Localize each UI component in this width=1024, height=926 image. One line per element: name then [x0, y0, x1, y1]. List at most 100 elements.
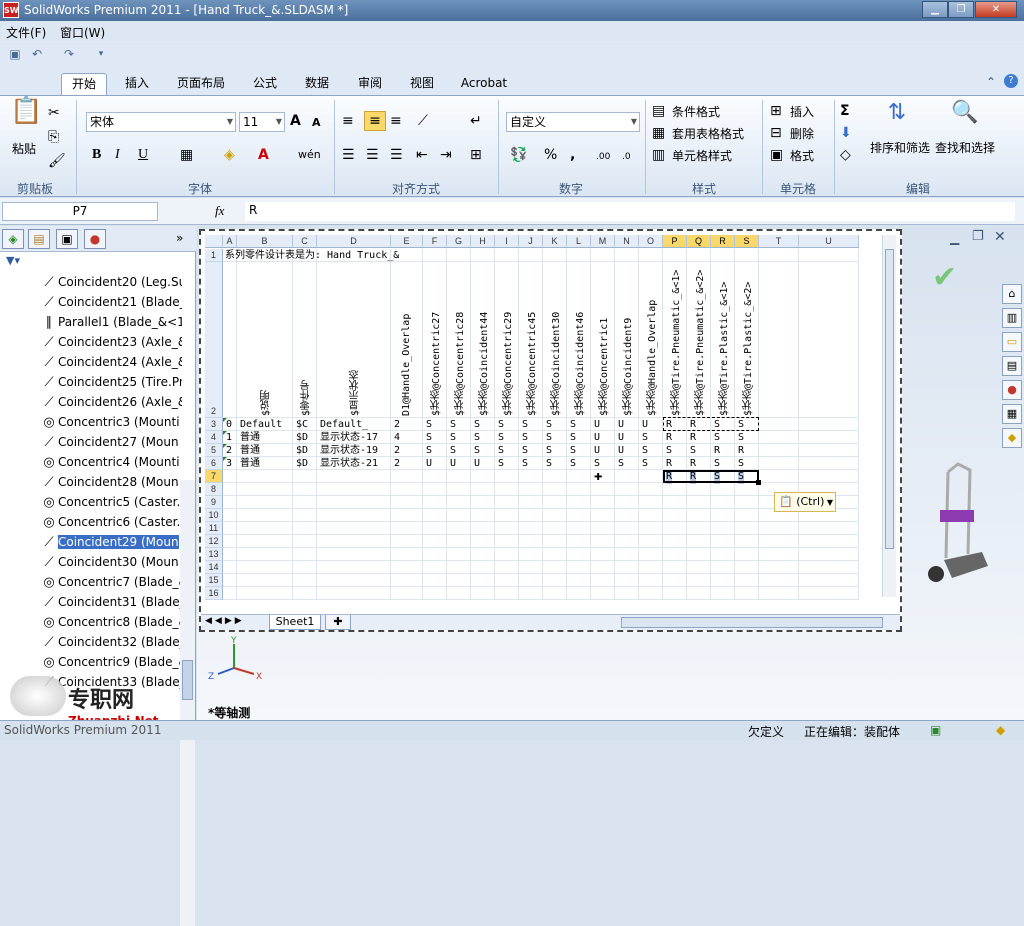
- table-cell[interactable]: S: [546, 431, 552, 445]
- redo-icon[interactable]: ↷: [62, 47, 76, 61]
- header-cell[interactable]: $说明: [259, 266, 274, 416]
- table-cell[interactable]: S: [546, 418, 552, 432]
- table-cell[interactable]: 普通: [240, 431, 260, 445]
- table-cell[interactable]: S: [522, 431, 528, 445]
- table-cell[interactable]: 显示状态-17: [320, 431, 378, 445]
- row-header[interactable]: 12: [205, 535, 223, 548]
- minimize-view-icon[interactable]: ▁: [950, 231, 959, 245]
- header-cell[interactable]: $状态@Concentric28: [453, 266, 468, 416]
- table-cell[interactable]: 显示状态-19: [320, 444, 378, 458]
- table-cell[interactable]: S: [714, 457, 720, 471]
- font-size-combo[interactable]: 11 ▼: [239, 112, 285, 132]
- sort-filter-button[interactable]: 排序和筛选: [870, 139, 930, 156]
- tree-item[interactable]: ◎ Concentric8 (Blade_&: [40, 612, 182, 632]
- header-cell[interactable]: $状态@Concentric1: [597, 266, 612, 416]
- paste-button[interactable]: 粘贴: [12, 140, 36, 157]
- table-cell[interactable]: S: [570, 444, 576, 458]
- table-cell[interactable]: S: [570, 418, 576, 432]
- row-header[interactable]: 14: [205, 561, 223, 574]
- row-header[interactable]: 6: [205, 457, 223, 470]
- row-header[interactable]: 10: [205, 509, 223, 522]
- paste-icon[interactable]: 📋: [10, 98, 42, 136]
- help-icon[interactable]: ?: [1004, 74, 1018, 88]
- table-cell[interactable]: S: [690, 444, 696, 458]
- cell-styles-icon[interactable]: ▥: [652, 146, 665, 164]
- borders-icon[interactable]: ▦: [180, 146, 193, 164]
- table-cell[interactable]: U: [642, 418, 648, 432]
- row-header[interactable]: 15: [205, 574, 223, 587]
- column-header[interactable]: G: [447, 235, 471, 248]
- status-tag-icon[interactable]: ◆: [996, 723, 1005, 737]
- header-cell[interactable]: $状态@Concentric29: [501, 266, 516, 416]
- table-cell[interactable]: U: [450, 457, 456, 471]
- table-cell[interactable]: U: [618, 431, 624, 445]
- expand-panel-icon[interactable]: »: [176, 231, 183, 245]
- confirm-check-icon[interactable]: ✔: [932, 260, 957, 295]
- header-cell[interactable]: $状态@Coincident46: [573, 266, 588, 416]
- file-explorer-icon[interactable]: ▤: [1002, 356, 1022, 376]
- fill-color-icon[interactable]: ◈: [224, 146, 235, 164]
- header-cell[interactable]: $状态@Tire.Pneumatic_&<2>: [693, 266, 708, 416]
- align-middle-icon[interactable]: ≡: [364, 111, 386, 131]
- tab-view[interactable]: 视图: [402, 73, 442, 95]
- table-cell[interactable]: 普通: [240, 444, 260, 458]
- phonetic-guide-button[interactable]: wén: [298, 146, 321, 164]
- fill-icon[interactable]: ⬇: [840, 124, 852, 142]
- header-cell[interactable]: $零件号: [299, 266, 314, 416]
- row-header[interactable]: 13: [205, 548, 223, 561]
- sheet-nav-arrows[interactable]: ◀◀▶▶: [205, 616, 245, 626]
- filter-icon[interactable]: ▼▾: [6, 254, 20, 267]
- insert-cells-button[interactable]: 插入: [790, 103, 814, 120]
- tree-item[interactable]: ⟋ Coincident30 (Moun: [40, 552, 182, 572]
- table-cell[interactable]: 普通: [240, 457, 260, 471]
- column-header[interactable]: M: [591, 235, 615, 248]
- folder-icon[interactable]: ▭: [1002, 332, 1022, 352]
- table-cell[interactable]: S: [738, 431, 744, 445]
- conditional-format-button[interactable]: 条件格式: [672, 103, 720, 120]
- sheet-tab[interactable]: Sheet1: [269, 615, 321, 630]
- column-header[interactable]: T: [759, 235, 799, 248]
- table-cell[interactable]: $D: [296, 457, 308, 471]
- feature-tree-icon[interactable]: ◈: [2, 229, 24, 249]
- table-cell[interactable]: S: [642, 457, 648, 471]
- column-header[interactable]: E: [391, 235, 423, 248]
- table-cell[interactable]: S: [570, 431, 576, 445]
- clear-icon[interactable]: ◇: [840, 146, 851, 164]
- header-cell[interactable]: $显示状态: [348, 266, 363, 416]
- formula-input[interactable]: R: [245, 202, 1015, 221]
- orientation-icon[interactable]: ⟋: [418, 112, 428, 130]
- table-cell[interactable]: S: [498, 431, 504, 445]
- column-header[interactable]: Q: [687, 235, 711, 248]
- table-cell[interactable]: S: [522, 444, 528, 458]
- tree-item[interactable]: ◎ Concentric7 (Blade_&: [40, 572, 182, 592]
- tab-formulas[interactable]: 公式: [245, 73, 285, 95]
- restore-view-icon[interactable]: ❐: [972, 229, 984, 244]
- cell-styles-button[interactable]: 单元格样式: [672, 147, 732, 164]
- comma-button[interactable]: ,: [570, 146, 575, 164]
- format-painter-icon[interactable]: 🖌: [48, 152, 66, 170]
- header-cell[interactable]: $状态@Coincident9: [621, 266, 636, 416]
- tree-item[interactable]: ◎ Concentric5 (Caster.: [40, 492, 182, 512]
- column-header[interactable]: K: [543, 235, 567, 248]
- table-cell[interactable]: S: [498, 444, 504, 458]
- font-color-button[interactable]: A: [258, 146, 269, 164]
- table-cell[interactable]: S: [522, 457, 528, 471]
- custom-properties-icon[interactable]: ▦: [1002, 404, 1022, 424]
- table-cell[interactable]: U: [618, 444, 624, 458]
- table-cell[interactable]: R: [666, 431, 672, 445]
- insert-sheet-icon[interactable]: ✚: [325, 615, 351, 630]
- table-cell[interactable]: S: [450, 418, 456, 432]
- home-icon[interactable]: ⌂: [1002, 284, 1022, 304]
- tree-item[interactable]: ⟋ Coincident24 (Axle_&: [40, 352, 182, 372]
- conditional-format-icon[interactable]: ▤: [652, 102, 665, 120]
- table-cell[interactable]: S: [546, 444, 552, 458]
- column-header[interactable]: B: [237, 235, 293, 248]
- italic-button[interactable]: I: [115, 146, 120, 164]
- tree-item[interactable]: ⟋ Coincident31 (Blade_: [40, 592, 182, 612]
- table-cell[interactable]: R: [714, 444, 720, 458]
- table-cell[interactable]: $C: [296, 418, 308, 432]
- row-header[interactable]: 2: [205, 262, 223, 418]
- sort-filter-icon[interactable]: ⇅: [882, 102, 912, 124]
- tab-review[interactable]: 审阅: [350, 73, 390, 95]
- format-as-table-button[interactable]: 套用表格格式: [672, 125, 744, 142]
